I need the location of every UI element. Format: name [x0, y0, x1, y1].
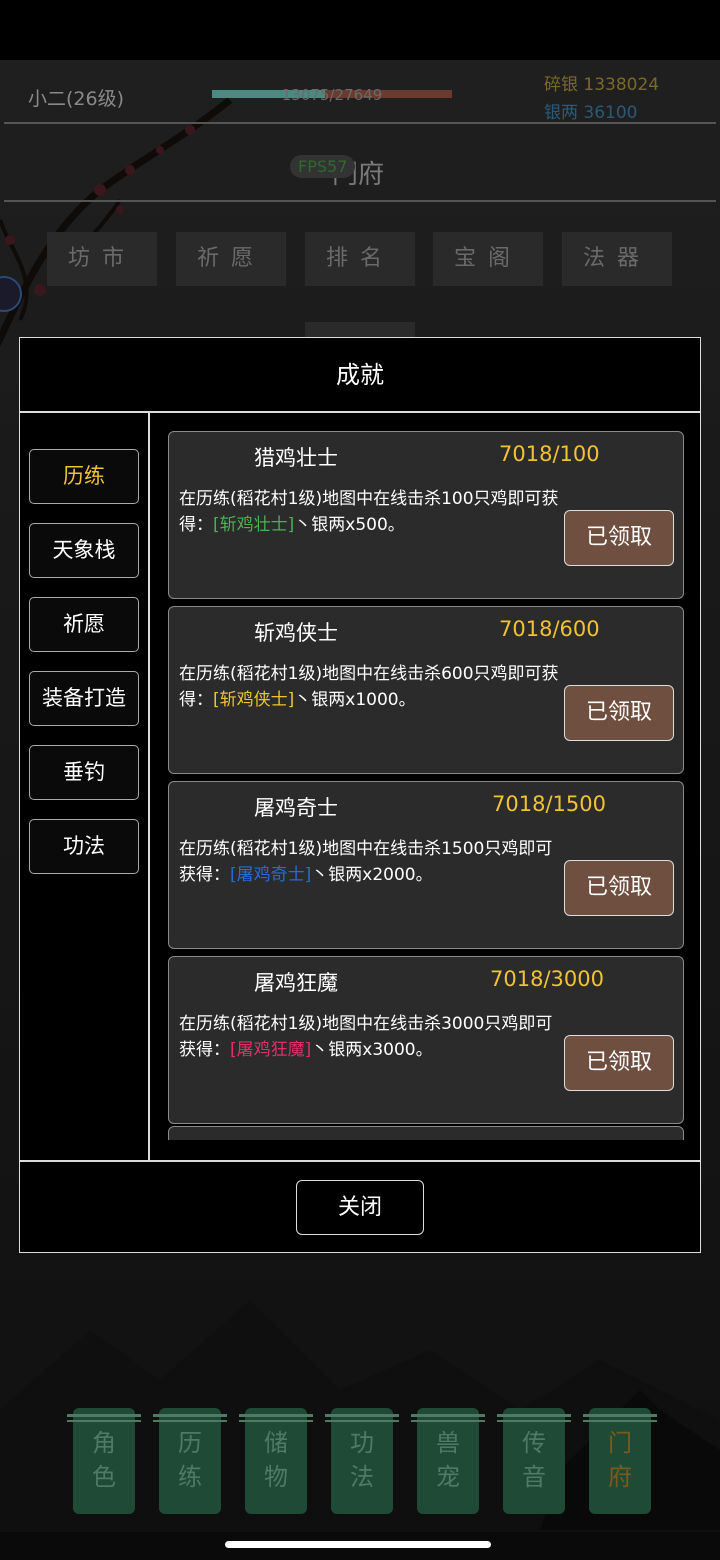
achievement-description: 在历练(稻花村1级)地图中在线击杀3000只鸡即可获得：[屠鸡狂魔]丶银两x30…: [179, 1014, 553, 1060]
category-skills[interactable]: 功法: [29, 819, 139, 874]
claimed-button[interactable]: 已领取: [564, 860, 674, 916]
achievement-card: 斩鸡侠士 7018/600 在历练(稻花村1级)地图中在线击杀600只鸡即可获得…: [168, 606, 684, 774]
achievement-progress: 7018/600: [499, 617, 600, 641]
bottom-nav-messages[interactable]: 传音: [497, 1408, 571, 1514]
modal-footer-divider: [20, 1160, 700, 1162]
category-crafting[interactable]: 装备打造: [29, 671, 139, 726]
bottom-nav-training[interactable]: 历练: [153, 1408, 227, 1514]
nav-cap-decoration: [497, 1414, 571, 1422]
header-divider: [4, 122, 716, 124]
category-divider: [148, 413, 150, 1160]
home-indicator[interactable]: [225, 1541, 491, 1548]
reward-title: [屠鸡奇士]: [230, 865, 312, 885]
achievement-card: 屠鸡狂魔 7018/3000 在历练(稻花村1级)地图中在线击杀3000只鸡即可…: [168, 956, 684, 1124]
claimed-button[interactable]: 已领取: [564, 1035, 674, 1091]
achievement-progress: 7018/100: [499, 442, 600, 466]
reward-title: [斩鸡侠士]: [213, 690, 295, 710]
claimed-button[interactable]: 已领取: [564, 510, 674, 566]
topnav-treasure[interactable]: 宝阁: [433, 232, 543, 286]
nav-cap-decoration: [153, 1414, 227, 1422]
bottom-nav-storage[interactable]: 储物: [239, 1408, 313, 1514]
bottom-nav-character[interactable]: 角色: [67, 1408, 141, 1514]
topnav-market[interactable]: 坊市: [47, 232, 157, 286]
achievement-name: 屠鸡奇士: [254, 796, 338, 820]
topnav-wish[interactable]: 祈愿: [176, 232, 286, 286]
title-divider: [4, 200, 716, 202]
reward-title: [屠鸡狂魔]: [230, 1040, 312, 1060]
achievement-description: 在历练(稻花村1级)地图中在线击杀1500只鸡即可获得：[屠鸡奇士]丶银两x20…: [179, 839, 553, 885]
achievement-progress: 7018/1500: [492, 792, 606, 816]
bottom-nav-skills[interactable]: 功法: [325, 1408, 399, 1514]
category-wish[interactable]: 祈愿: [29, 597, 139, 652]
fps-counter: FPS57: [290, 155, 356, 178]
achievement-progress: 7018/3000: [490, 967, 604, 991]
nav-cap-decoration: [239, 1414, 313, 1422]
bottom-nav-sect[interactable]: 门府: [583, 1408, 657, 1514]
achievement-list[interactable]: 猎鸡壮士 7018/100 在历练(稻花村1级)地图中在线击杀100只鸡即可获得…: [168, 428, 684, 1140]
achievement-description: 在历练(稻花村1级)地图中在线击杀600只鸡即可获得：[斩鸡侠士]丶银两x100…: [179, 664, 559, 710]
achievement-name: 猎鸡壮士: [254, 446, 338, 470]
modal-title: 成就: [336, 361, 384, 389]
achievement-card: 猎鸡壮士 7018/100 在历练(稻花村1级)地图中在线击杀100只鸡即可获得…: [168, 431, 684, 599]
nav-cap-decoration: [411, 1414, 485, 1422]
modal-title-divider: [20, 411, 700, 413]
nav-cap-decoration: [583, 1414, 657, 1422]
achievement-description: 在历练(稻花村1级)地图中在线击杀100只鸡即可获得：[斩鸡壮士]丶银两x500…: [179, 489, 559, 535]
category-tianxiang-inn[interactable]: 天象栈: [29, 523, 139, 578]
nav-cap-decoration: [325, 1414, 399, 1422]
exp-text: 13075/27649: [281, 86, 383, 104]
achievement-name: 斩鸡侠士: [254, 621, 338, 645]
category-training[interactable]: 历练: [29, 449, 139, 504]
achievement-card: 屠鸡奇士 7018/1500 在历练(稻花村1级)地图中在线击杀1500只鸡即可…: [168, 781, 684, 949]
bottom-nav-pets[interactable]: 兽宠: [411, 1408, 485, 1514]
achievement-card-partial: [168, 1126, 684, 1140]
nav-cap-decoration: [67, 1414, 141, 1422]
topnav-ranking[interactable]: 排名: [305, 232, 415, 286]
topnav-artifact[interactable]: 法器: [562, 232, 672, 286]
player-name-level: 小二(26级): [28, 88, 125, 110]
achievement-name: 屠鸡狂魔: [254, 971, 338, 995]
reward-title: [斩鸡壮士]: [213, 515, 295, 535]
category-fishing[interactable]: 垂钓: [29, 745, 139, 800]
silver-taels-balance: 银两 36100: [544, 103, 638, 123]
achievement-modal: 成就 历练 天象栈 祈愿 装备打造 垂钓 功法 猎鸡壮士 7018/100 在历…: [19, 337, 701, 1253]
claimed-button[interactable]: 已领取: [564, 685, 674, 741]
silver-fragments-balance: 碎银 1338024: [544, 75, 660, 95]
status-bar: [0, 0, 720, 60]
close-button[interactable]: 关闭: [296, 1180, 424, 1235]
